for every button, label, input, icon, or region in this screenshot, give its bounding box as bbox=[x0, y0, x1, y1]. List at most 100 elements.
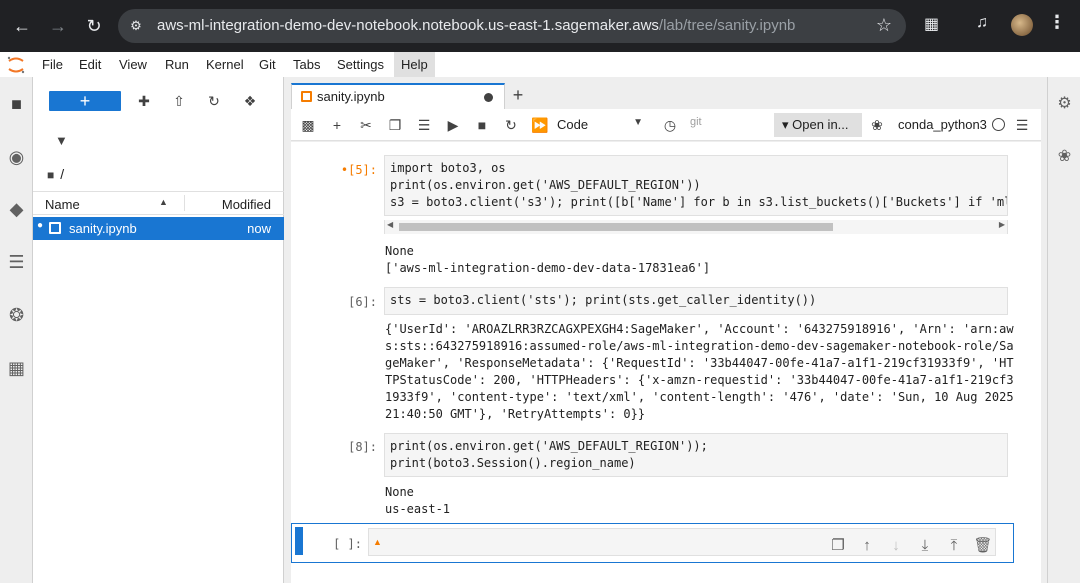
right-sidebar-rail: ⚙ ❀ bbox=[1047, 77, 1080, 583]
refresh-icon[interactable]: ↻ bbox=[203, 91, 225, 111]
new-folder-icon[interactable]: ✚ bbox=[133, 91, 155, 111]
paste-icon[interactable]: ☰ bbox=[413, 115, 435, 135]
reload-icon[interactable]: ↻ bbox=[80, 12, 108, 40]
insert-above-icon[interactable]: ⤓ bbox=[914, 535, 936, 557]
git-icon[interactable]: ◆ bbox=[0, 194, 33, 224]
unsaved-indicator-icon[interactable] bbox=[484, 93, 493, 102]
ai-assistant-icon[interactable]: ❂ bbox=[0, 300, 33, 330]
folder-icon[interactable]: ■ bbox=[0, 89, 33, 119]
file-modified: now bbox=[247, 221, 271, 236]
scrollbar-thumb[interactable] bbox=[399, 223, 833, 231]
code-input[interactable]: sts = boto3.client('sts'); print(sts.get… bbox=[384, 287, 1008, 315]
git-clone-icon[interactable]: ❖ bbox=[239, 91, 261, 111]
breadcrumb-root[interactable]: / bbox=[60, 166, 64, 182]
add-tab-button[interactable]: + bbox=[506, 84, 530, 108]
menu-kernel[interactable]: Kernel bbox=[199, 52, 251, 77]
code-input[interactable]: print(os.environ.get('AWS_DEFAULT_REGION… bbox=[384, 433, 1008, 477]
running-kernels-icon[interactable]: ◉ bbox=[0, 142, 33, 172]
scroll-left-icon[interactable]: ◀ bbox=[387, 220, 393, 229]
profile-avatar[interactable] bbox=[1011, 14, 1033, 36]
horizontal-scrollbar[interactable]: ◀ ▶ bbox=[384, 220, 1008, 234]
restart-run-all-icon[interactable]: ⏩ bbox=[529, 115, 551, 135]
cell-prompt: [ ]: bbox=[333, 537, 362, 551]
menu-bar: File Edit View Run Kernel Git Tabs Setti… bbox=[0, 52, 1080, 77]
unsaved-marker: • bbox=[340, 163, 349, 177]
debugger-bug-icon[interactable]: ❀ bbox=[1048, 142, 1080, 172]
cell-prompt: •[5]: bbox=[291, 163, 377, 177]
debugger-icon[interactable]: ❀ bbox=[866, 115, 888, 135]
open-in-dropdown[interactable]: ▾ Open in... bbox=[774, 113, 862, 137]
cell-prompt: [6]: bbox=[348, 295, 377, 309]
file-browser: + ✚ ⇧ ↻ ❖ ▼ ■ / Name ▲ Modified ● sanity.… bbox=[33, 77, 284, 583]
menu-tabs[interactable]: Tabs bbox=[286, 52, 327, 77]
property-inspector-gear-icon[interactable]: ⚙ bbox=[1048, 89, 1080, 119]
menu-view[interactable]: View bbox=[112, 52, 154, 77]
clock-icon[interactable]: ◷ bbox=[659, 115, 681, 135]
url-text: aws-ml-integration-demo-dev-notebook.not… bbox=[157, 17, 796, 34]
breadcrumb[interactable]: ■ / bbox=[47, 166, 64, 182]
cell-prompt: [8]: bbox=[348, 440, 377, 454]
address-bar[interactable]: ⚙ aws-ml-integration-demo-dev-notebook.n… bbox=[118, 9, 906, 43]
output-line: 21:40:50 GMT'}, 'RetryAttempts': 0}} bbox=[385, 407, 646, 421]
column-name[interactable]: Name bbox=[45, 197, 80, 212]
notebook-icon bbox=[49, 222, 61, 234]
sort-ascending-icon: ▲ bbox=[159, 197, 168, 207]
git-diff-button[interactable]: git bbox=[690, 116, 702, 128]
cursor-icon: ▲ bbox=[373, 537, 382, 547]
menu-edit[interactable]: Edit bbox=[72, 52, 108, 77]
copy-icon[interactable]: ❐ bbox=[384, 115, 406, 135]
code-line: sts = boto3.client('sts'); print(sts.get… bbox=[390, 293, 817, 307]
new-launcher-button[interactable]: + bbox=[49, 91, 121, 111]
menu-file[interactable]: File bbox=[35, 52, 70, 77]
stop-icon[interactable]: ■ bbox=[471, 115, 493, 135]
back-icon[interactable]: ← bbox=[8, 12, 36, 40]
restart-kernel-icon[interactable]: ↻ bbox=[500, 115, 522, 135]
menu-run[interactable]: Run bbox=[158, 52, 196, 77]
menu-help[interactable]: Help bbox=[394, 52, 435, 77]
active-cell[interactable]: [ ]: ▲ ❐ ↑ ↓ ⤓ ⤒ 🗑 bbox=[291, 523, 1014, 563]
insert-below-icon[interactable]: ⤒ bbox=[943, 535, 965, 557]
menu-git[interactable]: Git bbox=[252, 52, 283, 77]
code-input[interactable]: import boto3, os print(os.environ.get('A… bbox=[384, 155, 1008, 216]
bookmark-star-icon[interactable]: ☆ bbox=[876, 15, 892, 36]
forward-icon[interactable]: → bbox=[44, 12, 72, 40]
output-line: us-east-1 bbox=[385, 502, 451, 516]
cell-output: None ['aws-ml-integration-demo-dev-data-… bbox=[384, 243, 1014, 277]
property-inspector-icon[interactable]: ☰ bbox=[1011, 115, 1033, 135]
delete-cell-icon[interactable]: 🗑 bbox=[972, 535, 994, 557]
media-controls-icon[interactable]: ♫ bbox=[976, 14, 988, 32]
extensions-icon[interactable]: ▦ bbox=[924, 14, 939, 34]
code-line: print(os.environ.get('AWS_DEFAULT_REGION… bbox=[390, 178, 701, 192]
move-up-icon[interactable]: ↑ bbox=[856, 535, 878, 557]
site-info-icon[interactable]: ⚙ bbox=[128, 18, 144, 34]
save-icon[interactable]: ▩ bbox=[297, 115, 319, 135]
browser-chrome: ← → ↻ ⚙ aws-ml-integration-demo-dev-note… bbox=[0, 0, 1080, 52]
run-icon[interactable]: ▶ bbox=[442, 115, 464, 135]
output-line: TPStatusCode': 200, 'HTTPHeaders': {'x-a… bbox=[385, 373, 1014, 387]
tab-sanity-notebook[interactable]: sanity.ipynb bbox=[291, 83, 505, 109]
upload-icon[interactable]: ⇧ bbox=[168, 91, 190, 111]
code-input[interactable]: ▲ ❐ ↑ ↓ ⤓ ⤒ 🗑 bbox=[368, 528, 996, 556]
move-down-icon[interactable]: ↓ bbox=[885, 535, 907, 557]
browser-menu-icon[interactable]: ⋮ bbox=[1048, 12, 1066, 33]
scroll-right-icon[interactable]: ▶ bbox=[999, 220, 1005, 229]
file-name: sanity.ipynb bbox=[69, 221, 137, 236]
filter-icon[interactable]: ▼ bbox=[55, 133, 68, 148]
extensions-puzzle-icon[interactable]: ▦ bbox=[0, 353, 33, 383]
cell-type-select[interactable]: Code ▼ bbox=[557, 117, 643, 132]
menu-settings[interactable]: Settings bbox=[330, 52, 391, 77]
insert-cell-icon[interactable]: + bbox=[326, 115, 348, 135]
cell-output: {'UserId': 'AROAZLRR3RZCAGXPEXGH4:SageMa… bbox=[384, 321, 1014, 423]
column-modified[interactable]: Modified bbox=[222, 197, 271, 212]
file-list-item[interactable]: ● sanity.ipynb now bbox=[33, 217, 284, 240]
folder-icon: ■ bbox=[47, 168, 55, 182]
duplicate-cell-icon[interactable]: ❐ bbox=[827, 535, 849, 557]
kernel-name[interactable]: conda_python3 bbox=[898, 117, 987, 132]
table-of-contents-icon[interactable]: ☰ bbox=[0, 247, 33, 277]
output-line: 1933f9', 'content-type': 'text/xml', 'co… bbox=[385, 390, 1014, 404]
cut-icon[interactable]: ✂ bbox=[355, 115, 377, 135]
code-line: import boto3, os bbox=[390, 161, 506, 175]
output-line: None bbox=[385, 485, 414, 499]
output-line: None bbox=[385, 244, 414, 258]
column-divider[interactable] bbox=[184, 195, 185, 211]
